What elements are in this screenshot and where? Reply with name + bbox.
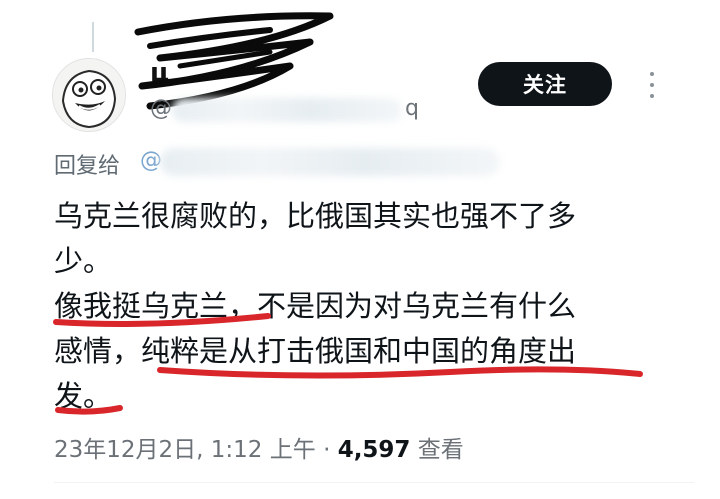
tweet-meta-row: 23年12月2日, 1:12 上午 · 4,597 查看 bbox=[54, 430, 464, 464]
views-count: 4,597 bbox=[337, 437, 411, 463]
follow-button[interactable]: 关注 bbox=[478, 62, 612, 106]
tweet-text: 乌克兰很腐败的，比俄国其实也强不了多 少。 像我挺乌克兰，不是因为对乌克兰有什么… bbox=[54, 194, 664, 419]
views-label: 查看 bbox=[417, 437, 464, 463]
follow-button-label: 关注 bbox=[523, 73, 567, 97]
handle-suffix-char: q bbox=[405, 96, 419, 121]
divider bbox=[54, 482, 694, 483]
handle-at-sign: @ bbox=[150, 96, 172, 121]
reply-to-label: 回复给 bbox=[54, 154, 121, 179]
meta-separator: · bbox=[323, 437, 331, 463]
thread-connector-line bbox=[92, 22, 94, 52]
tweet-text-line: 少。 bbox=[54, 244, 113, 278]
handle-blur-redaction bbox=[172, 98, 402, 122]
more-options-icon[interactable] bbox=[648, 72, 656, 98]
tweet-text-line: 发。 bbox=[54, 379, 113, 413]
reply-to-at-sign[interactable]: @ bbox=[140, 148, 162, 173]
reply-target-blur-redaction bbox=[160, 148, 500, 176]
tweet-text-line: 感情，纯粹是从打击俄国和中国的角度出 bbox=[54, 334, 577, 368]
avatar[interactable] bbox=[52, 58, 126, 132]
tweet-text-line: 乌克兰很腐败的，比俄国其实也强不了多 bbox=[54, 199, 577, 233]
tweet-timestamp[interactable]: 23年12月2日, 1:12 上午 bbox=[54, 437, 316, 463]
tweet-text-line: 像我挺乌克兰，不是因为对乌克兰有什么 bbox=[54, 289, 577, 323]
cartoon-face-avatar-icon bbox=[53, 59, 125, 131]
